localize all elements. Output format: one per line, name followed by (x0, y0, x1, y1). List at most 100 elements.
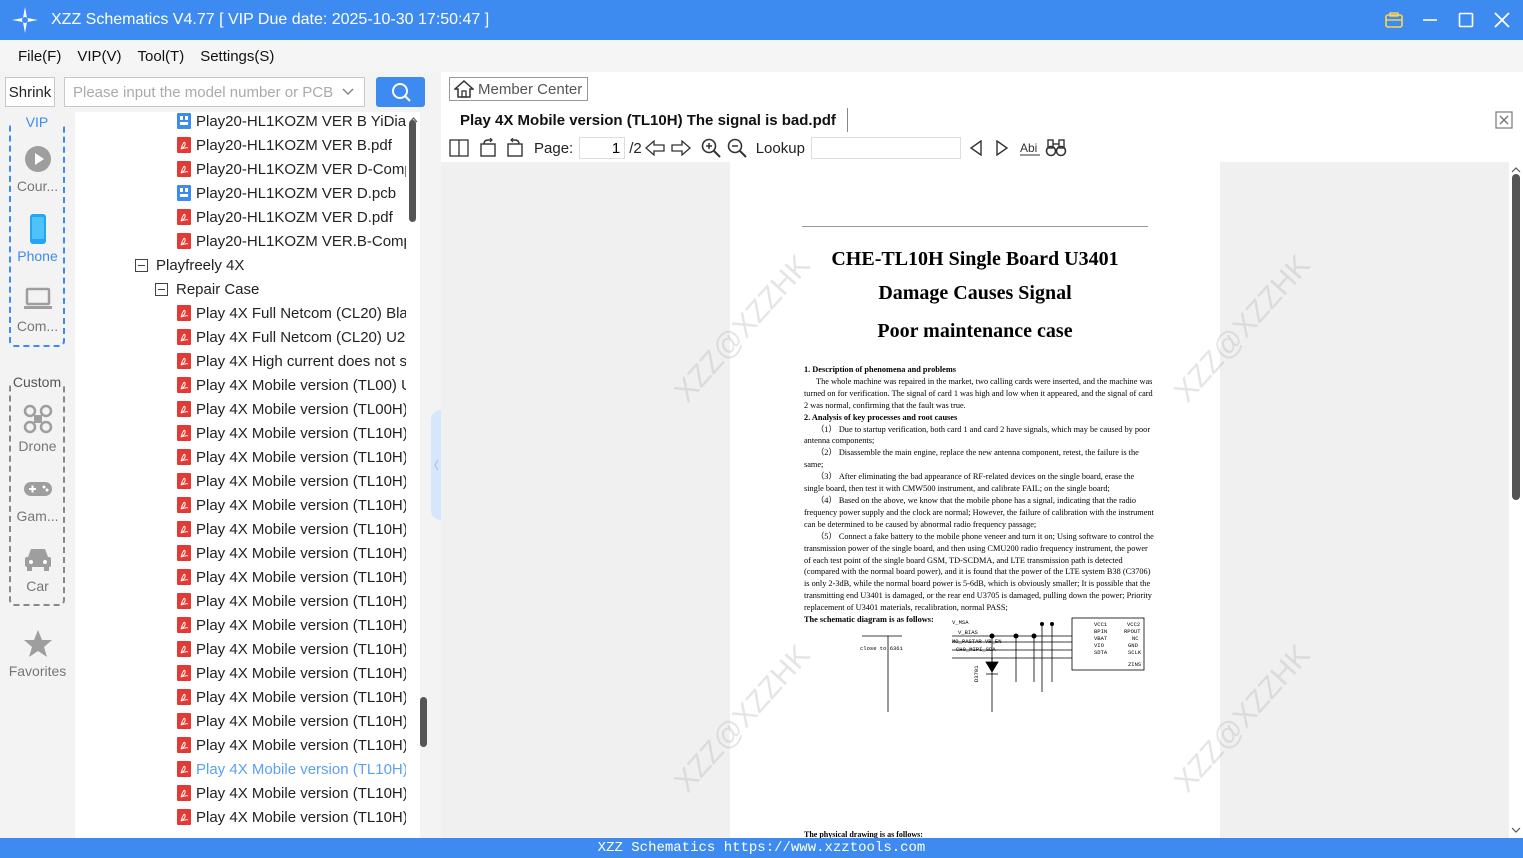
tree-file[interactable]: Play20-HL1KOZM VER B.pdf (177, 133, 406, 157)
document-canvas[interactable]: CHE-TL10H Single Board U3401 Damage Caus… (441, 162, 1509, 838)
drone-icon (23, 404, 53, 434)
menu-file[interactable]: File(F) (18, 48, 61, 65)
tree-file[interactable]: Play 4X Mobile version (TL10H) (177, 493, 406, 517)
tree-file[interactable]: Play 4X Full Netcom (CL20) U20 (177, 325, 406, 349)
tree-file[interactable]: Play 4X Mobile version (TL10H) (177, 757, 406, 781)
tree-row-label: Play 4X Mobile version (TL00) U (196, 376, 406, 394)
pdf-file-icon (177, 353, 191, 369)
tree-file[interactable]: Play 4X Mobile version (TL10H) (177, 565, 406, 589)
tree-folder[interactable]: Repair Case (155, 277, 386, 301)
previous-page-icon[interactable] (644, 137, 666, 159)
tree-row-label: Play20-HL1KOZM VER D.pdf (196, 208, 393, 226)
tree-row-label: Play20-HL1KOZM VER B.pdf (196, 136, 392, 154)
tree-file[interactable]: Play 4X Mobile version (TL10H) (177, 613, 406, 637)
tree-file[interactable]: Play 4X Mobile version (TL00H) (177, 397, 406, 421)
tree-file[interactable]: Play20-HL1KOZM VER.B-Compo (177, 229, 406, 253)
next-page-icon[interactable] (670, 137, 692, 159)
tree-file[interactable]: Play20-HL1KOZM VER D.pdf (177, 205, 406, 229)
rail-item-computer[interactable]: Com... (0, 284, 75, 334)
rail-item-courses[interactable]: Cour... (0, 144, 75, 194)
menu-vip[interactable]: VIP(V) (77, 48, 121, 65)
schematic-label: V_BIAS (958, 629, 979, 636)
tree-file[interactable]: Play 4X Mobile version (TL00) U (177, 373, 406, 397)
tree-file[interactable]: Play 4X Mobile version (TL10H) (177, 685, 406, 709)
tree-file[interactable]: Play 4X Mobile version (TL10H) (177, 661, 406, 685)
tree-folder[interactable]: Playfreely 4X (135, 253, 366, 277)
document-tab[interactable]: Play 4X Mobile version (TL10H) The signa… (449, 108, 848, 132)
star-icon (23, 629, 53, 659)
vip-badge-icon[interactable] (1383, 9, 1405, 31)
search-input[interactable] (64, 77, 365, 107)
binoculars-icon[interactable] (1045, 137, 1067, 159)
tree-file[interactable]: Play 4X Mobile version (TL10H) (177, 805, 406, 829)
tree-file[interactable]: Play 4X Mobile version (TL10H) (177, 541, 406, 565)
pdf-file-icon (177, 545, 191, 561)
tree-row-label: Play 4X Full Netcom (CL20) U20 (196, 328, 406, 346)
tree-row-label: Play20-HL1KOZM VER D.pcb (196, 184, 397, 202)
schematic-label: VCC1 (1094, 621, 1108, 628)
doc-body: 1. Description of phenomena and problems… (804, 364, 1154, 626)
rail-item-label: Phone (17, 248, 58, 264)
tree-file[interactable]: Play 4X Mobile version (TL10H) (177, 445, 406, 469)
rotate-left-icon[interactable] (477, 137, 499, 159)
chevron-down-icon[interactable] (340, 84, 356, 100)
rail-item-favorites[interactable]: Favorites (0, 629, 75, 679)
sidebar-toggle-icon[interactable] (448, 137, 470, 159)
home-icon (453, 79, 475, 98)
tree-scroll-thumb[interactable] (409, 120, 416, 222)
page-number-input[interactable] (579, 137, 626, 159)
close-document-icon[interactable] (1495, 111, 1513, 129)
rotate-right-icon[interactable] (504, 137, 526, 159)
pdf-file-icon (177, 737, 191, 753)
maximize-icon[interactable] (1455, 9, 1477, 31)
rail-item-drone[interactable]: Drone (0, 404, 75, 454)
tree-row-label: Play20-HL1KOZM VER D-Comp (196, 160, 406, 178)
find-next-icon[interactable] (991, 137, 1013, 159)
doc-paragraph: （2） Disassemble the main engine, replace… (804, 448, 1139, 470)
tree-file[interactable]: Play20-HL1KOZM VER D.pcb (177, 181, 406, 205)
tree-row-label: Play 4X Mobile version (TL10H) (196, 568, 406, 586)
tree-row-label: Play20-HL1KOZM VER.B-Compo (196, 232, 406, 250)
search-button[interactable] (376, 77, 425, 107)
tree-file[interactable]: Play 4X Mobile version (TL10H) (177, 469, 406, 493)
tree-file[interactable]: Play 4X Mobile version (TL10H) (177, 709, 406, 733)
tree-file[interactable]: Play 4X Mobile version (TL10H) (177, 733, 406, 757)
member-center-button[interactable]: Member Center (449, 77, 588, 101)
tree-row-label: Play 4X Mobile version (TL10H) (196, 712, 406, 730)
tree-file[interactable]: Play 4X Mobile version (TL10H) (177, 517, 406, 541)
panel-splitter[interactable] (431, 410, 441, 520)
menu-tool[interactable]: Tool(T) (138, 48, 185, 65)
zoom-in-icon[interactable] (700, 137, 722, 159)
lookup-input[interactable] (810, 137, 961, 159)
document-scroll-thumb[interactable] (1512, 174, 1520, 500)
rail-item-games[interactable]: Gam... (0, 474, 75, 524)
doc-paragraph: The whole machine was repaired in the ma… (804, 376, 1153, 410)
tree-file[interactable]: Play 4X Mobile version (TL10H) (177, 781, 406, 805)
shrink-button[interactable]: Shrink (5, 77, 55, 107)
tree-file[interactable]: Play20-HL1KOZM VER D-Comp (177, 157, 406, 181)
pdf-file-icon (177, 809, 191, 825)
laptop-icon (23, 284, 53, 314)
collapse-toggle-icon[interactable] (155, 282, 168, 296)
rail-item-phone[interactable]: Phone (0, 214, 75, 264)
tree-file[interactable]: Play 4X Full Netcom (CL20) Blac (177, 301, 406, 325)
pdf-file-icon (177, 689, 191, 705)
match-case-icon[interactable]: Abi (1017, 137, 1043, 159)
menu-bar: File(F) VIP(V) Tool(T) Settings(S) (0, 40, 1523, 72)
zoom-out-icon[interactable] (726, 137, 748, 159)
rail-item-car[interactable]: Car (0, 544, 75, 594)
tree-scroll-thumb-secondary[interactable] (420, 697, 427, 747)
tree-row-label: Play 4X Full Netcom (CL20) Blac (196, 304, 406, 322)
minimize-icon[interactable] (1419, 9, 1441, 31)
pcb-file-icon (177, 185, 191, 201)
close-icon[interactable] (1491, 9, 1513, 31)
collapse-toggle-icon[interactable] (135, 258, 148, 272)
tree-file[interactable]: Play 4X Mobile version (TL10H) (177, 421, 406, 445)
find-previous-icon[interactable] (965, 137, 987, 159)
pdf-file-icon (177, 449, 191, 465)
tree-file[interactable]: Play20-HL1KOZM VER B YiDian (177, 112, 406, 133)
tree-file[interactable]: Play 4X High current does not s (177, 349, 406, 373)
menu-settings[interactable]: Settings(S) (200, 48, 274, 65)
tree-file[interactable]: Play 4X Mobile version (TL10H) (177, 637, 406, 661)
tree-file[interactable]: Play 4X Mobile version (TL10H) (177, 589, 406, 613)
